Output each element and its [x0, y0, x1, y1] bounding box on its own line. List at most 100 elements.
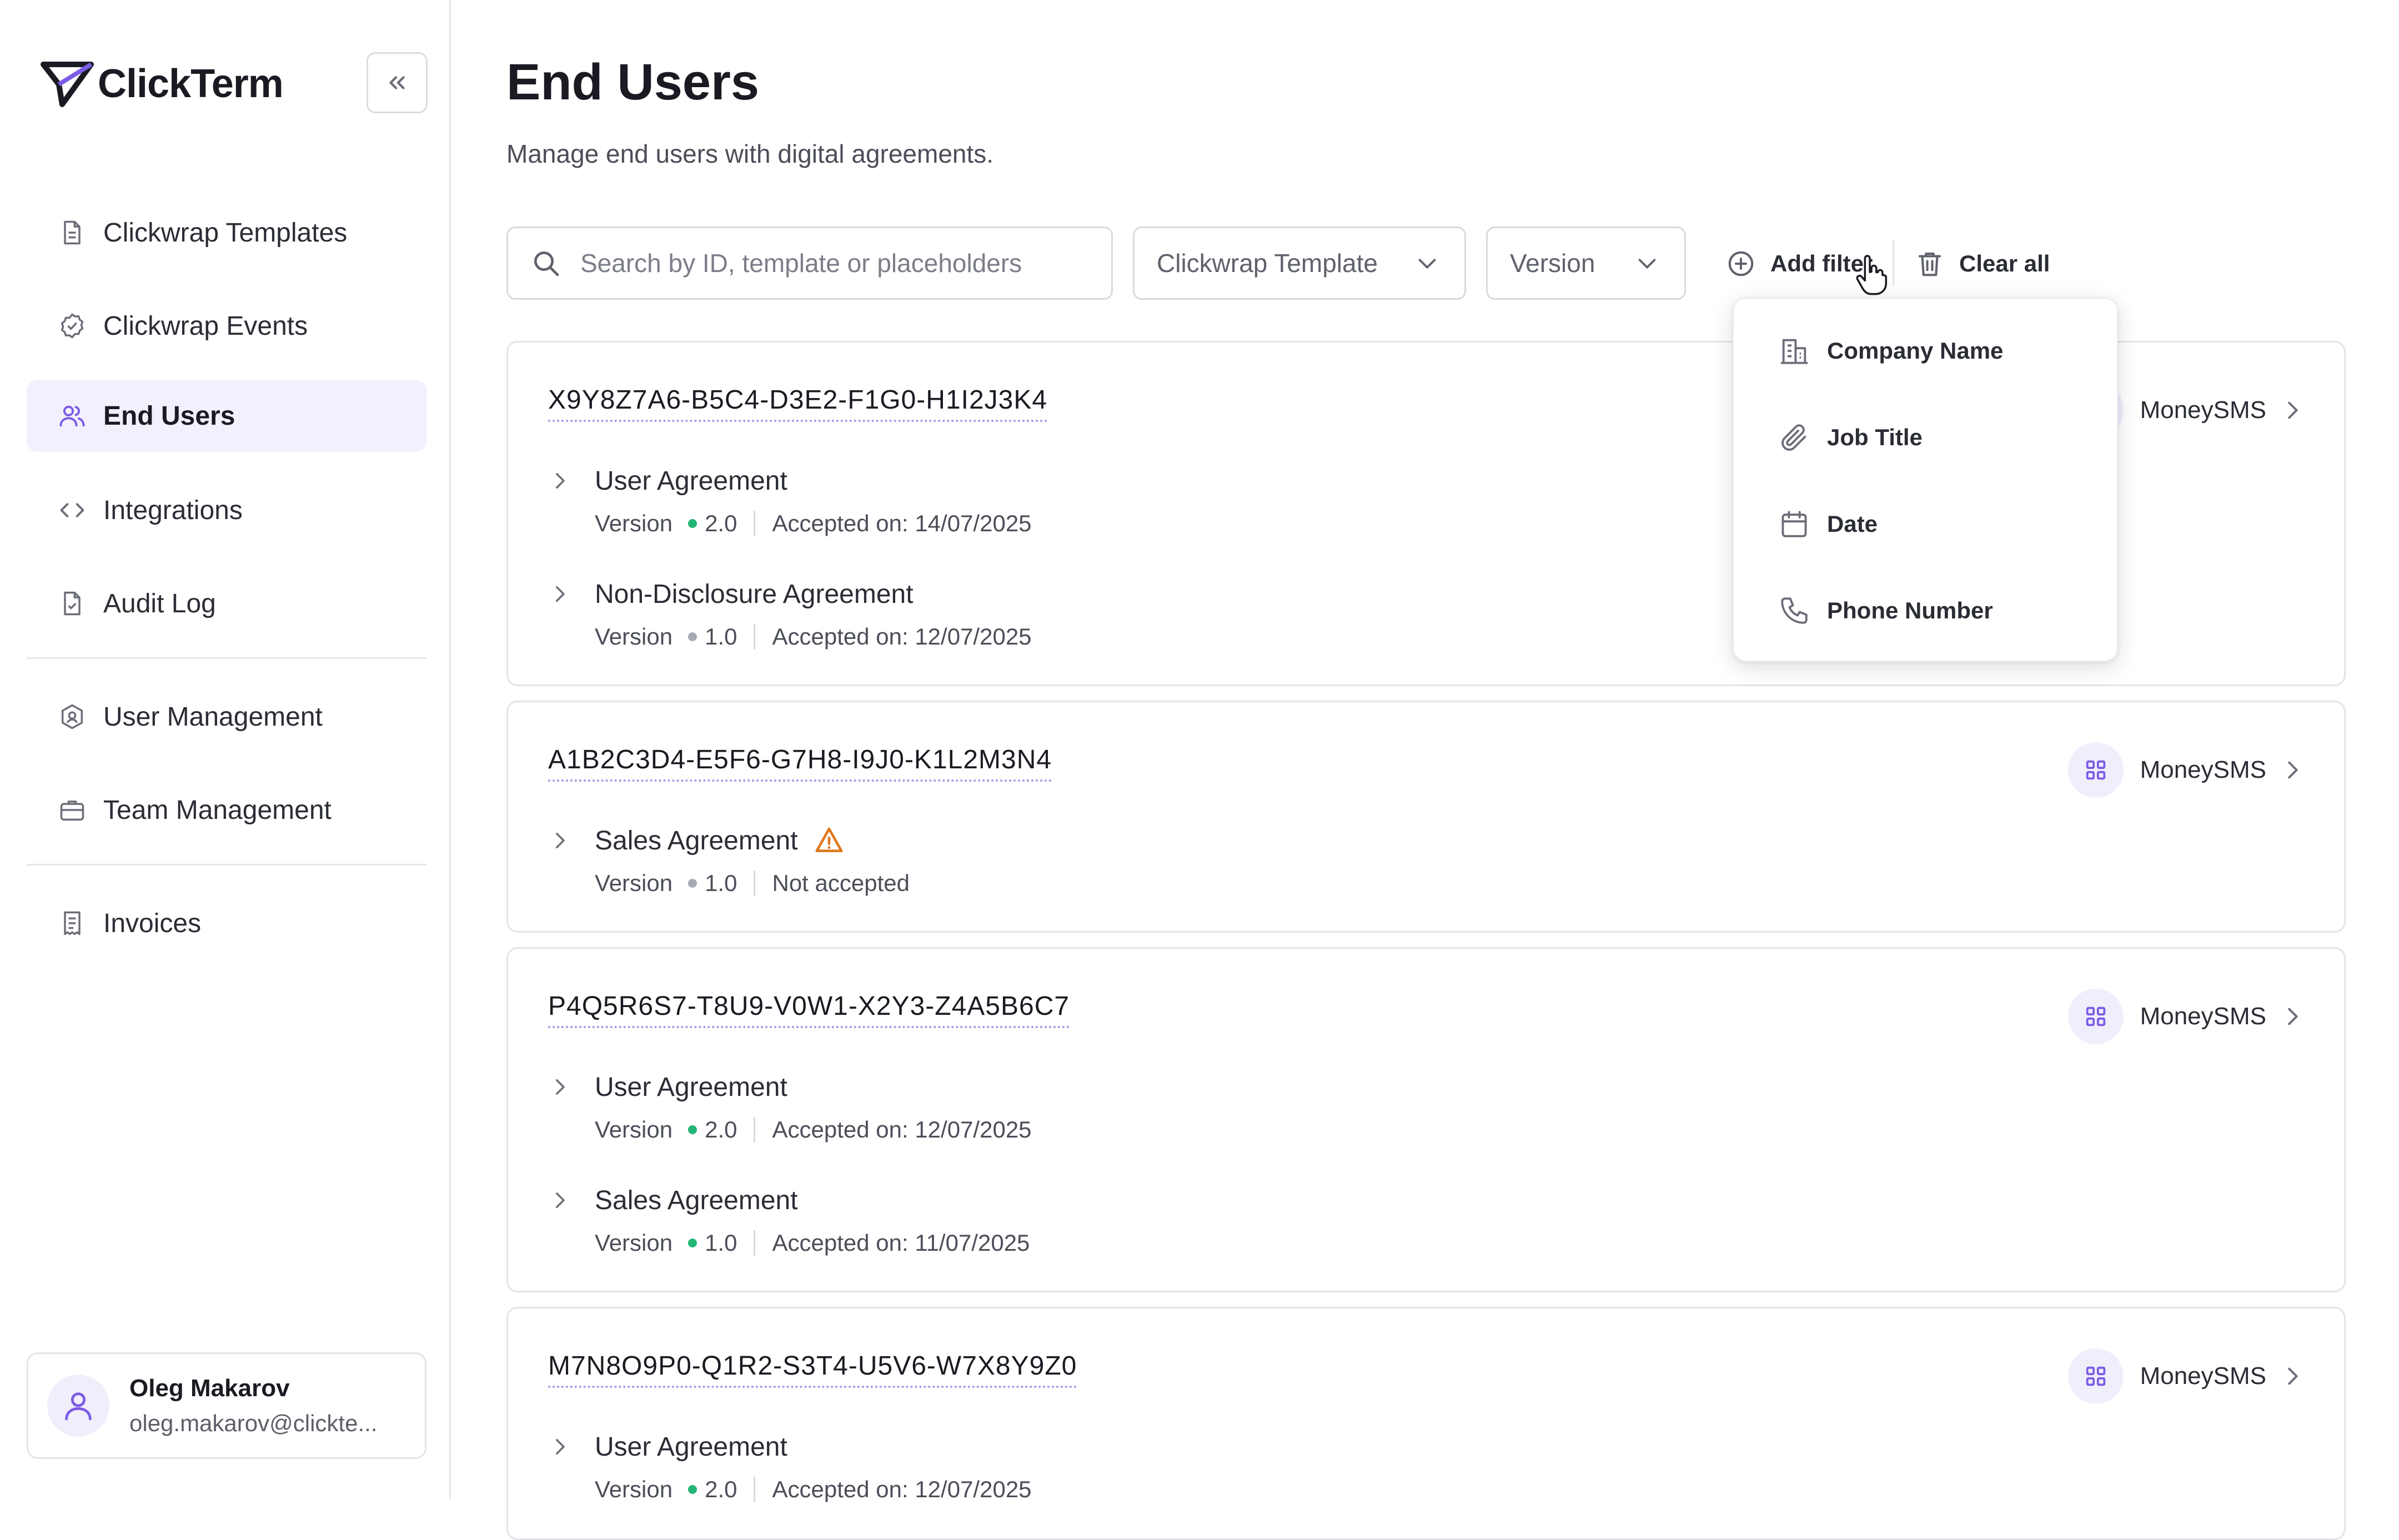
avatar: [47, 1375, 109, 1437]
agreement-name: Sales Agreement: [595, 1185, 798, 1215]
sidebar-item-integrations[interactable]: Integrations: [27, 474, 426, 546]
agreement-header[interactable]: Sales Agreement: [548, 821, 910, 860]
agreement-header[interactable]: User Agreement: [548, 1427, 1032, 1466]
menu-item-phone-number[interactable]: Phone Number: [1778, 583, 1993, 638]
agreement-header[interactable]: Non-Disclosure Agreement: [548, 575, 1032, 613]
agreement-item: User Agreement Version 2.0 Accepted on: …: [548, 461, 1032, 537]
agreement-name: Sales Agreement: [595, 826, 798, 855]
meta-divider: [754, 1477, 756, 1502]
sidebar-item-clickwrap-events[interactable]: Clickwrap Events: [27, 290, 426, 362]
organization-link[interactable]: MoneySMS: [2067, 741, 2305, 799]
shield-user-icon: [61, 704, 83, 729]
chevron-right-icon: [2288, 401, 2298, 419]
status-dot: [688, 1125, 697, 1134]
end-user-card[interactable]: P4Q5R6S7-T8U9-V0W1-X2Y3-Z4A5B6C7 MoneySM…: [506, 947, 2346, 1292]
sidebar-item-label: End Users: [103, 401, 235, 431]
chevron-right-icon[interactable]: [548, 829, 571, 852]
agreement-meta: Version 1.0 Not accepted: [595, 870, 910, 897]
org-badge: [2067, 989, 2124, 1044]
acceptance-status: Accepted on: 12/07/2025: [772, 623, 1032, 650]
add-filter-button[interactable]: Add filter: [1726, 244, 1873, 283]
acceptance-status: Not accepted: [772, 870, 910, 896]
sidebar-item-label: Clickwrap Templates: [103, 218, 348, 248]
org-name: MoneySMS: [2140, 1362, 2266, 1390]
grid-icon: [2086, 1006, 2105, 1026]
version-number: 2.0: [705, 1116, 737, 1143]
agreement-header[interactable]: User Agreement: [548, 1068, 1032, 1106]
search-icon: [534, 251, 559, 276]
status-dot: [688, 519, 697, 528]
building-icon: [1780, 339, 1808, 364]
sidebar-item-label: User Management: [103, 702, 323, 732]
chevron-right-icon[interactable]: [548, 1189, 571, 1212]
sidebar: ClickTerm Clickwrap Templates Clickwrap …: [0, 0, 451, 1499]
users-icon: [59, 405, 85, 427]
meta-divider: [754, 1230, 756, 1256]
chevron-down-icon: [1638, 259, 1656, 269]
warning-icon: [815, 827, 843, 852]
sidebar-item-end-users[interactable]: End Users: [27, 380, 426, 452]
status-dot: [688, 1239, 697, 1247]
end-user-card[interactable]: M7N8O9P0-Q1R2-S3T4-U5V6-W7X8Y9Z0 MoneySM…: [506, 1307, 2346, 1540]
badge-check-icon: [61, 313, 84, 339]
agreement-item: User Agreement Version 2.0 Accepted on: …: [548, 1427, 1032, 1503]
user-info: Oleg Makarov oleg.makarov@clickte...: [129, 1375, 377, 1437]
agreement-name: Non-Disclosure Agreement: [595, 579, 914, 609]
sidebar-item-label: Clickwrap Events: [103, 311, 308, 341]
sidebar-item-clickwrap-templates[interactable]: Clickwrap Templates: [27, 197, 426, 269]
sidebar-item-invoices[interactable]: Invoices: [27, 887, 426, 959]
end-user-card[interactable]: A1B2C3D4-E5F6-G7H8-I9J0-K1L2M3N4 MoneySM…: [506, 701, 2346, 933]
page-title: End Users: [506, 54, 760, 110]
agreement-header[interactable]: User Agreement: [548, 461, 1032, 500]
menu-item-label: Date: [1827, 511, 1878, 537]
search-box[interactable]: [506, 227, 1113, 300]
end-user-id[interactable]: A1B2C3D4-E5F6-G7H8-I9J0-K1L2M3N4: [548, 744, 1052, 782]
org-name: MoneySMS: [2140, 1003, 2266, 1030]
version-label: Version: [595, 623, 673, 650]
end-user-id[interactable]: P4Q5R6S7-T8U9-V0W1-X2Y3-Z4A5B6C7: [548, 991, 1070, 1028]
org-name: MoneySMS: [2140, 396, 2266, 424]
sidebar-item-user-management[interactable]: User Management: [27, 681, 426, 753]
sidebar-item-audit-log[interactable]: Audit Log: [27, 567, 426, 640]
meta-divider: [754, 511, 756, 536]
agreement-item: Sales Agreement Version 1.0 Not accepted: [548, 821, 910, 897]
menu-item-company-name[interactable]: Company Name: [1778, 323, 2003, 379]
clickwrap-template-select[interactable]: Clickwrap Template: [1133, 227, 1466, 300]
document-icon: [64, 220, 81, 245]
organization-link[interactable]: MoneySMS: [2067, 988, 2305, 1045]
agreement-meta: Version 2.0 Accepted on: 14/07/2025: [595, 510, 1032, 537]
menu-item-label: Company Name: [1827, 338, 2004, 364]
search-input[interactable]: [579, 248, 1081, 279]
end-user-id[interactable]: M7N8O9P0-Q1R2-S3T4-U5V6-W7X8Y9Z0: [548, 1351, 1077, 1388]
chevron-down-icon: [1418, 259, 1436, 269]
collapse-sidebar-button[interactable]: [367, 52, 428, 113]
chevrons-left-icon: [389, 76, 405, 89]
version-number: 1.0: [705, 623, 737, 650]
agreement-name: User Agreement: [595, 1072, 787, 1102]
version-number: 1.0: [705, 870, 737, 896]
chevron-right-icon[interactable]: [548, 1435, 571, 1458]
agreement-header[interactable]: Sales Agreement: [548, 1181, 1030, 1220]
file-check-icon: [64, 591, 81, 616]
menu-item-job-title[interactable]: Job Title: [1778, 410, 1923, 465]
organization-link[interactable]: MoneySMS: [2067, 1347, 2305, 1405]
logo[interactable]: ClickTerm: [40, 60, 284, 108]
agreement-meta: Version 2.0 Accepted on: 12/07/2025: [595, 1116, 1032, 1143]
chevron-right-icon[interactable]: [548, 582, 571, 606]
chevron-right-icon[interactable]: [548, 469, 571, 492]
clear-all-button[interactable]: Clear all: [1915, 244, 2050, 283]
meta-divider: [754, 624, 756, 650]
logo-icon: [41, 62, 94, 107]
user-profile-card[interactable]: Oleg Makarov oleg.makarov@clickte...: [27, 1352, 426, 1459]
sidebar-item-team-management[interactable]: Team Management: [27, 774, 426, 846]
chevron-right-icon: [2288, 1008, 2298, 1025]
version-select[interactable]: Version: [1486, 227, 1686, 300]
sidebar-item-label: Audit Log: [103, 588, 216, 618]
sidebar-item-label: Invoices: [103, 908, 202, 938]
menu-item-date[interactable]: Date: [1778, 496, 1878, 552]
status-dot: [688, 1485, 697, 1494]
end-user-id[interactable]: X9Y8Z7A6-B5C4-D3E2-F1G0-H1I2J3K4: [548, 385, 1048, 422]
app: ClickTerm Clickwrap Templates Clickwrap …: [0, 0, 2399, 1540]
chevron-right-icon[interactable]: [548, 1075, 571, 1099]
agreement-item: User Agreement Version 2.0 Accepted on: …: [548, 1068, 1032, 1143]
